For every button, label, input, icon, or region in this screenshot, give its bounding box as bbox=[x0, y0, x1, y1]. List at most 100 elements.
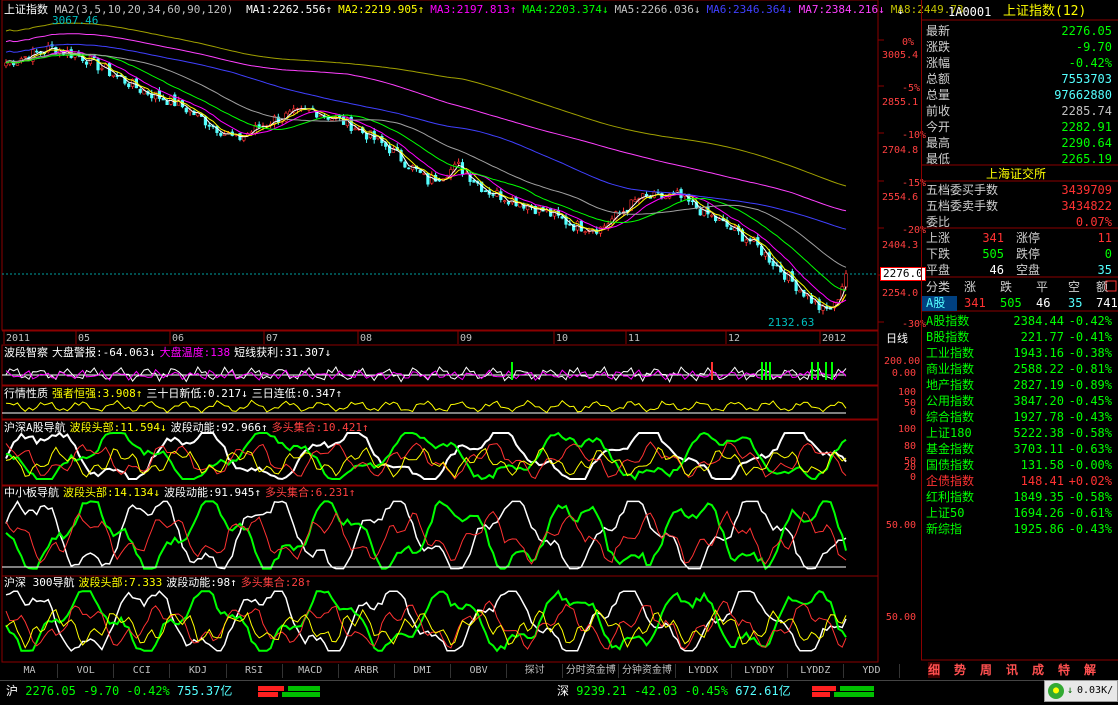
index-row[interactable]: 新综指 1925.86 -0.43% bbox=[924, 521, 1116, 537]
right-tab[interactable]: 细 bbox=[928, 662, 941, 678]
index-row[interactable]: 综合指数 1927.78 -0.43% bbox=[924, 409, 1116, 425]
candle-body bbox=[844, 273, 848, 288]
index-row[interactable]: 商业指数 2588.22 -0.81% bbox=[924, 361, 1116, 377]
breadth-row: 下跌 505 跌停 0 bbox=[924, 246, 1116, 262]
pct-tick-label: -5% bbox=[902, 83, 921, 94]
index-name: 上证50 bbox=[926, 506, 965, 520]
indicator-tab[interactable]: OBV bbox=[451, 664, 508, 678]
quote-value: 7553703 bbox=[1061, 72, 1112, 86]
ma1-line bbox=[5, 47, 847, 309]
indicator-tab[interactable]: MA bbox=[2, 664, 59, 678]
panel-name[interactable]: 中小板导航 bbox=[4, 486, 59, 499]
index-row[interactable]: 企债指数 148.41 +0.02% bbox=[924, 473, 1116, 489]
panel-tick-label: 0 bbox=[909, 407, 916, 418]
index-row[interactable]: 上证50 1694.26 -0.61% bbox=[924, 505, 1116, 521]
cls-cell: 505 bbox=[1000, 296, 1022, 310]
indicator-tab[interactable]: MACD bbox=[283, 664, 339, 678]
right-tab[interactable]: 成 bbox=[1032, 662, 1044, 678]
indicator-tab[interactable]: 分时资金博 bbox=[563, 664, 620, 678]
sz-status[interactable]: 深 9239.21 -42.03 -0.45% 672.61亿 bbox=[557, 684, 791, 698]
breadth-value: 505 bbox=[982, 247, 1004, 261]
candle-body bbox=[710, 214, 714, 217]
sz-change: -42.03 bbox=[634, 684, 678, 698]
right-tab[interactable]: 解 bbox=[1084, 662, 1096, 678]
indicator-panel-title: 沪深A股导航 波段头部:11.594↓ 波段动能:92.966↑ 多头集合:10.42… bbox=[4, 421, 369, 435]
quote-row: 总额 7553703 bbox=[924, 71, 1116, 87]
indicator-tab[interactable]: 分钟资金博 bbox=[619, 664, 676, 678]
order-label: 五档委卖手数 bbox=[926, 199, 999, 213]
panel-name[interactable]: 沪深A股导航 bbox=[4, 421, 66, 434]
cls-row: A股 341 505 46 35 741 bbox=[924, 295, 1118, 311]
cls-cell: 涨 bbox=[964, 280, 977, 294]
indicator-tab[interactable]: LYDDX bbox=[676, 664, 732, 678]
order-label: 委比 bbox=[926, 215, 951, 229]
right-tab[interactable]: 势 bbox=[954, 662, 966, 678]
candle-body bbox=[602, 225, 606, 229]
index-name: 上证180 bbox=[926, 426, 972, 440]
quote-label: 总量 bbox=[926, 88, 951, 102]
ma4-line bbox=[5, 53, 847, 291]
index-row[interactable]: 工业指数 1943.16 -0.38% bbox=[924, 345, 1116, 361]
panel-name[interactable]: 波段智察 bbox=[4, 346, 48, 359]
indicator-tab[interactable]: KDJ bbox=[170, 664, 227, 678]
candle-body bbox=[330, 118, 334, 121]
month-tick-label: 08 bbox=[360, 333, 373, 344]
index-row[interactable]: 基金指数 3703.11 -0.63% bbox=[924, 441, 1116, 457]
indicator-panel-title: 行情性质 强者恒强:3.908↑ 三十日新低:0.217↓ 三日连低:0.347↑ bbox=[4, 387, 342, 401]
order-row: 委比 0.07% bbox=[924, 214, 1116, 230]
expand-arrow-icon[interactable]: ⇣ bbox=[897, 3, 904, 17]
sh-status[interactable]: 沪 2276.05 -9.70 -0.42% 755.37亿 bbox=[6, 684, 232, 698]
panel-name[interactable]: 沪深 300导航 bbox=[4, 576, 75, 589]
quote-label: 最高 bbox=[926, 136, 951, 150]
breadth-label: 上涨 bbox=[926, 231, 951, 245]
index-value: 2384.44 bbox=[1013, 314, 1064, 328]
index-row[interactable]: A股指数 2384.44 -0.42% bbox=[924, 313, 1116, 329]
right-tab[interactable]: 讯 bbox=[1006, 662, 1018, 678]
order-row: 五档委卖手数 3434822 bbox=[924, 198, 1116, 214]
indicator-tab[interactable]: RSI bbox=[227, 664, 283, 678]
header-code: 1A0001 bbox=[948, 5, 992, 19]
breadth-value: 35 bbox=[1097, 263, 1112, 277]
candle-body bbox=[430, 174, 434, 184]
candle-body bbox=[111, 74, 115, 77]
panel-value: 强者恒强:3.908↑ bbox=[52, 387, 143, 400]
ma-legend-item: MA6:2346.364↓ bbox=[706, 3, 793, 16]
quote-value: 2265.19 bbox=[1061, 152, 1112, 166]
index-row[interactable]: 红利指数 1849.35 -0.58% bbox=[924, 489, 1116, 505]
cls-cell: 35 bbox=[1068, 296, 1083, 310]
ma-legend-item: MA2:2219.905↑ bbox=[338, 3, 425, 16]
indicator-tab[interactable]: 探讨 bbox=[507, 664, 564, 678]
breadth-value: 11 bbox=[1097, 231, 1112, 245]
panel-name[interactable]: 行情性质 bbox=[4, 387, 48, 400]
indicator-tab[interactable]: ARBR bbox=[339, 664, 395, 678]
candle-body bbox=[100, 68, 104, 70]
indicator-tab[interactable]: CCI bbox=[114, 664, 171, 678]
indicator-tab[interactable]: VOL bbox=[58, 664, 115, 678]
cls-cell: 额 bbox=[1096, 280, 1109, 294]
indicator-tab[interactable]: LYDDY bbox=[732, 664, 788, 678]
right-tab[interactable]: 特 bbox=[1058, 662, 1070, 678]
alert-line bbox=[5, 365, 847, 383]
network-widget[interactable]: ● ↓ 0.03K/ bbox=[1044, 680, 1118, 702]
main-title: 上证指数 bbox=[4, 3, 48, 16]
panel-value: 波段动能:92.966↑ bbox=[170, 421, 268, 434]
quote-row: 最高 2290.64 bbox=[924, 135, 1116, 151]
right-tab[interactable]: 周 bbox=[980, 662, 992, 678]
period-label[interactable]: 日线 bbox=[886, 332, 908, 346]
candle-body bbox=[437, 179, 442, 182]
index-row[interactable]: 地产指数 2827.19 -0.89% bbox=[924, 377, 1116, 393]
index-pct: -0.58% bbox=[1068, 426, 1112, 440]
index-row[interactable]: 公用指数 3847.20 -0.45% bbox=[924, 393, 1116, 409]
index-row[interactable]: B股指数 221.77 -0.41% bbox=[924, 329, 1116, 345]
index-row[interactable]: 上证180 5222.38 -0.58% bbox=[924, 425, 1116, 441]
cls-cell: 平 bbox=[1036, 280, 1049, 294]
index-pct: +0.02% bbox=[1068, 474, 1112, 488]
indicator-tab[interactable]: YDD bbox=[844, 664, 900, 678]
indicator-tab[interactable]: LYDDZ bbox=[788, 664, 844, 678]
panel-value: 多头集合:10.421↑ bbox=[271, 421, 369, 434]
index-name: A股指数 bbox=[926, 314, 970, 328]
index-row[interactable]: 国债指数 131.58 -0.00% bbox=[924, 457, 1116, 473]
candle-body bbox=[418, 169, 422, 173]
breadth-label: 下跌 bbox=[926, 247, 951, 261]
indicator-tab[interactable]: DMI bbox=[395, 664, 451, 678]
